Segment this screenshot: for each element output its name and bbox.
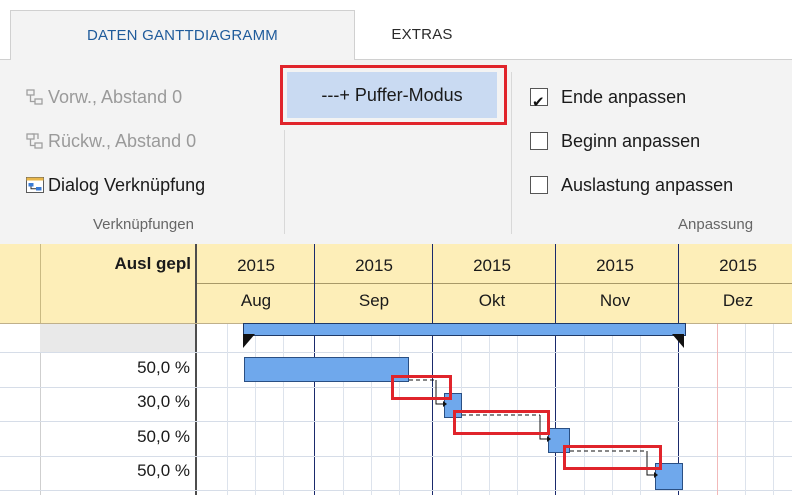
buffer-highlight bbox=[391, 375, 452, 400]
buffer-links bbox=[409, 379, 658, 478]
buffer-highlight bbox=[563, 445, 662, 470]
buffer-highlight bbox=[453, 410, 550, 435]
